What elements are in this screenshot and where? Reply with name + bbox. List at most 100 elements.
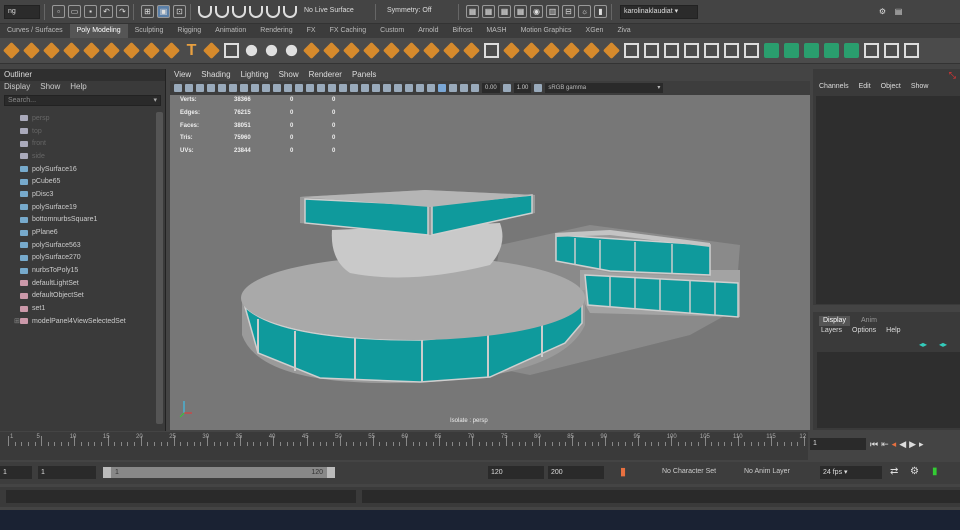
layer-menu-help[interactable]: Help (886, 327, 900, 334)
grease-pencil-icon[interactable] (229, 84, 237, 92)
field-chart-icon[interactable] (284, 84, 292, 92)
poly-disc-icon[interactable] (123, 42, 140, 59)
layer-menu-options[interactable]: Options (852, 327, 876, 334)
shelf-tab-arnold[interactable]: Arnold (411, 24, 445, 38)
symmetry-dropdown[interactable]: Symmetry: Off (384, 4, 454, 19)
snap-surface-icon[interactable] (266, 5, 280, 18)
poly-cube-icon[interactable] (23, 42, 40, 59)
insert-edge-loop-icon[interactable] (383, 42, 400, 59)
wedge-icon[interactable] (563, 42, 580, 59)
channel-menu-show[interactable]: Show (911, 83, 929, 90)
bridge-icon[interactable] (323, 42, 340, 59)
outliner-item[interactable]: nurbsToPoly15 (0, 264, 156, 277)
viewport-menu-view[interactable]: View (174, 69, 191, 81)
outliner-item[interactable]: polySurface563 (0, 239, 156, 252)
render-view-icon[interactable]: ▦ (466, 5, 479, 18)
channel-menu-edit[interactable]: Edit (859, 83, 871, 90)
combine-icon[interactable] (224, 43, 239, 58)
live-surface-field[interactable]: No Live Surface (301, 4, 371, 19)
playback-start-field[interactable]: 1 (38, 466, 96, 479)
duplicate-face-icon[interactable] (523, 42, 540, 59)
render-frame-icon[interactable]: ▦ (482, 5, 495, 18)
perspective-viewport[interactable]: Verts: 38366 0 0 Edges: 76215 0 0 Faces: 38051 0 0 T… (170, 95, 810, 430)
shelf-tab-custom[interactable]: Custom (373, 24, 411, 38)
depth-of-field-icon[interactable] (427, 84, 435, 92)
outliner-item[interactable]: top (0, 125, 156, 138)
boolean-icon[interactable] (285, 44, 298, 57)
play-forwards-icon[interactable]: ▶ (909, 439, 916, 450)
cylindrical-map-icon[interactable] (804, 43, 819, 58)
select-component-icon[interactable]: ⊡ (173, 5, 186, 18)
channel-menu-channels[interactable]: Channels (819, 83, 849, 90)
layout-uvs-icon[interactable] (884, 43, 899, 58)
play-backwards-icon[interactable]: ◀ (899, 439, 906, 450)
shelf-tab-motion-graphics[interactable]: Motion Graphics (514, 24, 579, 38)
outliner-item[interactable]: ⊞ modelPanel4ViewSelectedSet (0, 315, 156, 328)
workspace-menu[interactable]: ng (4, 4, 40, 19)
color-space-dropdown[interactable]: sRGB gamma ▾ (545, 83, 664, 93)
chamfer-icon[interactable] (603, 42, 620, 59)
quad-draw-icon[interactable] (443, 42, 460, 59)
range-end-handle[interactable] (327, 467, 335, 478)
outliner-item[interactable]: polySurface270 (0, 252, 156, 265)
layer-up-icon[interactable]: ◂▸ (919, 340, 927, 349)
separate-icon[interactable] (245, 44, 258, 57)
new-scene-icon[interactable]: ▫ (52, 5, 65, 18)
xray-icon[interactable] (350, 84, 358, 92)
outliner-item[interactable]: front (0, 137, 156, 150)
redo-icon[interactable]: ↷ (116, 5, 129, 18)
poke-icon[interactable] (543, 42, 560, 59)
outliner-item[interactable]: pPlane6 (0, 226, 156, 239)
sew-uvs-icon[interactable] (744, 43, 759, 58)
scene-end-field[interactable]: 200 (548, 466, 604, 479)
save-scene-icon[interactable]: ▪ (84, 5, 97, 18)
shelf-tab-rigging[interactable]: Rigging (170, 24, 208, 38)
arnold-render-icon[interactable]: ▥ (546, 5, 559, 18)
exposure-field[interactable]: 0.00 (482, 83, 500, 93)
multi-cut-icon[interactable] (403, 42, 420, 59)
unfold-uvs-icon[interactable] (904, 43, 919, 58)
shelf-tab-sculpting[interactable]: Sculpting (128, 24, 171, 38)
outliner-scrollbar[interactable] (156, 112, 163, 424)
resolution-gate-icon[interactable] (262, 84, 270, 92)
uv-editor-icon[interactable] (764, 43, 779, 58)
gamma-icon[interactable] (502, 84, 511, 92)
outliner-item[interactable]: pCube65 (0, 175, 156, 188)
shelf-tab-ziva[interactable]: Ziva (610, 24, 637, 38)
outliner-search-input[interactable]: Search... (4, 95, 161, 106)
outliner-item[interactable]: set1 (0, 302, 156, 315)
snap-grid-icon[interactable] (198, 5, 212, 18)
super-shape-icon[interactable] (163, 42, 180, 59)
poly-cone-icon[interactable] (63, 42, 80, 59)
fill-hole-icon[interactable] (463, 42, 480, 59)
snap-curve-icon[interactable] (215, 5, 229, 18)
poly-cylinder-icon[interactable] (43, 42, 60, 59)
step-back-key-icon[interactable]: ⇤ (881, 439, 889, 450)
grid-icon[interactable] (240, 84, 248, 92)
current-frame-field[interactable]: 1 (810, 438, 866, 450)
xray-active-icon[interactable] (460, 84, 468, 92)
shadows-icon[interactable] (383, 84, 391, 92)
shelf-tab-xgen[interactable]: XGen (579, 24, 611, 38)
exposure-icon[interactable] (471, 84, 479, 92)
snap-live-icon[interactable] (283, 5, 297, 18)
shelf-tab-bifrost[interactable]: Bifrost (446, 24, 480, 38)
xray-joints-icon[interactable] (449, 84, 457, 92)
outliner-item[interactable]: persp (0, 112, 156, 125)
color-management-icon[interactable] (534, 84, 543, 92)
outliner-item[interactable]: side (0, 150, 156, 163)
outliner-item[interactable]: defaultLightSet (0, 277, 156, 290)
delete-history-icon[interactable] (664, 43, 679, 58)
outliner-item[interactable]: bottomnurbsSquare1 (0, 214, 156, 227)
svg-icon[interactable] (203, 42, 220, 59)
settings-gear-icon[interactable]: ⚙ (876, 5, 889, 18)
gate-mask-icon[interactable] (273, 84, 281, 92)
center-pivot-icon[interactable] (624, 43, 639, 58)
step-back-frame-icon[interactable]: ◂ (892, 439, 897, 450)
motion-blur-icon[interactable] (405, 84, 413, 92)
ambient-occlusion-icon[interactable] (394, 84, 402, 92)
outliner-menu-display[interactable]: Display (4, 81, 30, 93)
channel-menu-object[interactable]: Object (881, 83, 901, 90)
2d-pan-zoom-icon[interactable] (218, 84, 226, 92)
snap-point-icon[interactable] (232, 5, 246, 18)
